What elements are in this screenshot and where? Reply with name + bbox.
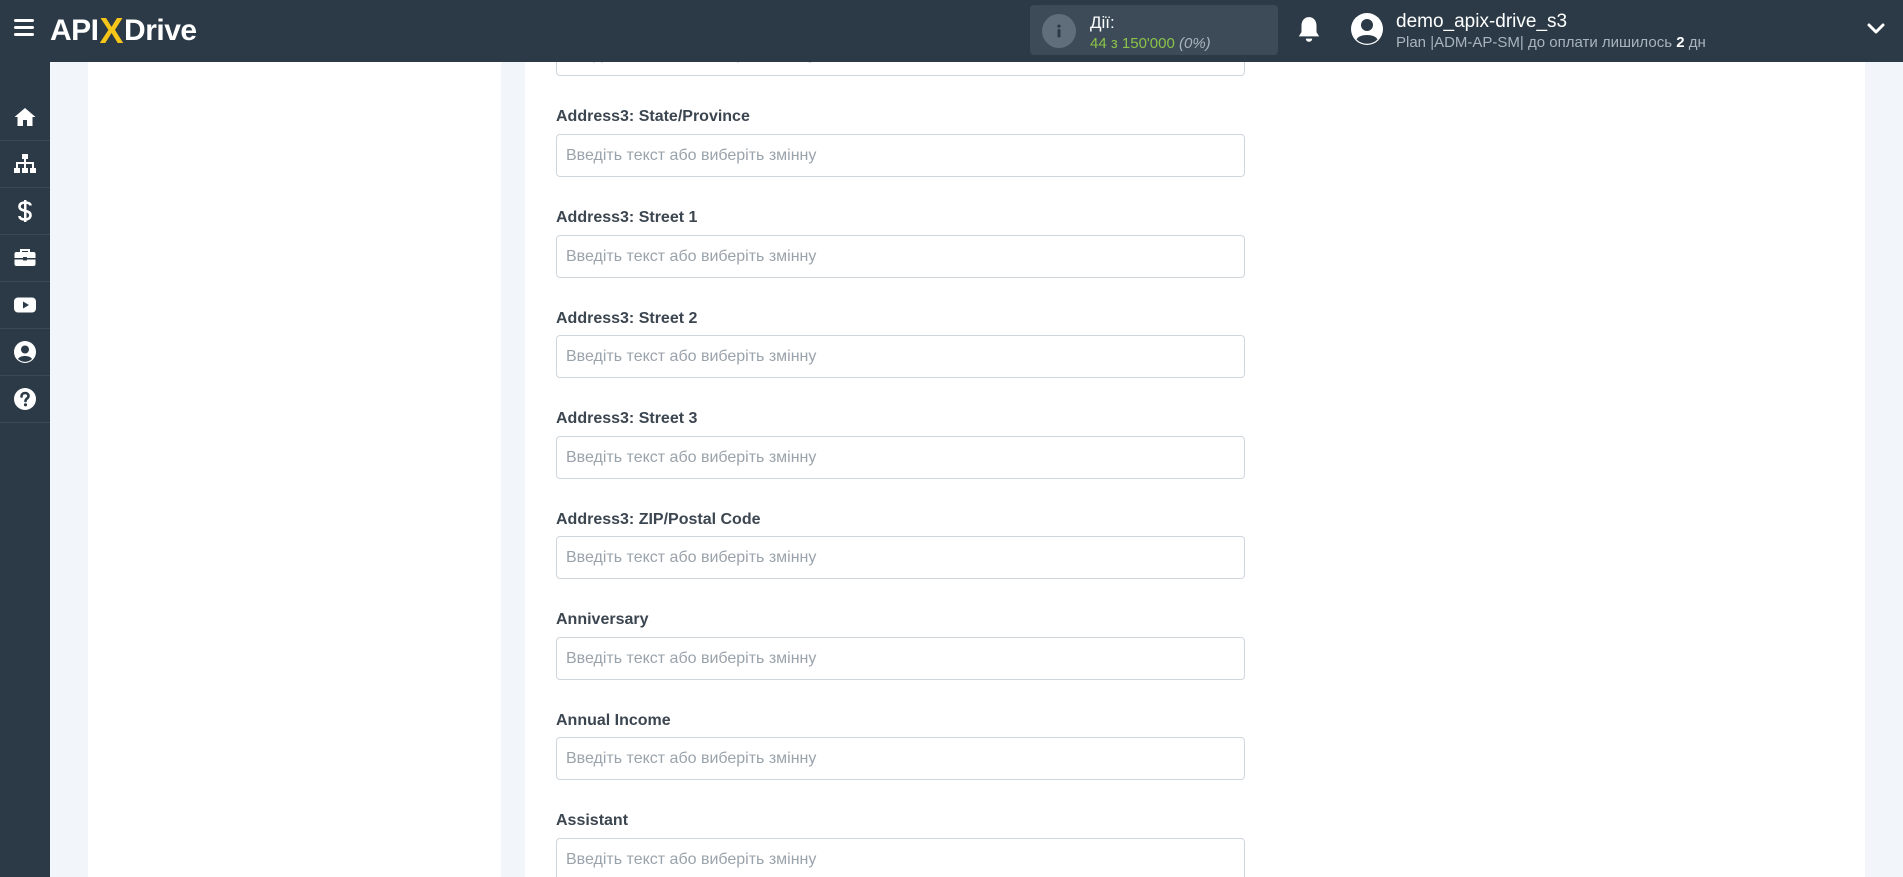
- plan-info: Plan |ADM-AP-SM| до оплати лишилось 2 дн: [1396, 34, 1706, 51]
- field-input-assistant[interactable]: [556, 838, 1245, 877]
- field-label-street-1: Address3: Street 1: [556, 209, 698, 226]
- logo-text-x: X: [99, 10, 124, 51]
- sidebar-item-video[interactable]: [0, 282, 50, 329]
- sidebar-item-billing[interactable]: [0, 188, 50, 235]
- home-icon: [14, 108, 36, 126]
- info-icon: [1042, 14, 1076, 48]
- field-label-street-3: Address3: Street 3: [556, 410, 698, 427]
- left-panel: [88, 62, 501, 877]
- field-label-assistant: Assistant: [556, 812, 629, 829]
- actions-count-percent: (0%): [1179, 35, 1211, 52]
- logo-text-drive: Drive: [124, 14, 197, 47]
- field-input-street-2[interactable]: [556, 335, 1245, 378]
- field-label-zip: Address3: ZIP/Postal Code: [556, 511, 761, 528]
- sitemap-icon: [14, 154, 36, 173]
- field-input-anniversary[interactable]: [556, 637, 1245, 680]
- field-input-annual-income[interactable]: [556, 737, 1245, 780]
- help-icon: [14, 388, 36, 410]
- top-bar: API X Drive Дії: 44 з 150'000 (0%) demo_…: [0, 0, 1903, 62]
- username[interactable]: demo_apix-drive_s3: [1396, 11, 1567, 33]
- sidebar: [0, 62, 50, 877]
- field-label-anniversary: Anniversary: [556, 611, 649, 628]
- logo-text-api: API: [50, 14, 99, 47]
- sidebar-item-help[interactable]: [0, 376, 50, 423]
- field-input-zip[interactable]: [556, 536, 1245, 579]
- sidebar-item-services[interactable]: [0, 235, 50, 282]
- sidebar-item-account[interactable]: [0, 329, 50, 376]
- actions-counter[interactable]: Дії: 44 з 150'000 (0%): [1030, 5, 1278, 55]
- hamburger-menu-icon[interactable]: [14, 19, 34, 37]
- plan-days: 2: [1676, 34, 1685, 51]
- field-input-street-1[interactable]: [556, 235, 1245, 278]
- field-label-annual-income: Annual Income: [556, 712, 671, 729]
- sidebar-item-connections[interactable]: [0, 141, 50, 188]
- bell-icon[interactable]: [1296, 15, 1322, 45]
- plan-suffix: дн: [1684, 34, 1706, 51]
- field-input-state-province[interactable]: [556, 134, 1245, 177]
- sidebar-item-home[interactable]: [0, 94, 50, 141]
- chevron-down-icon[interactable]: [1867, 22, 1885, 36]
- briefcase-icon: [14, 249, 36, 266]
- actions-title: Дії:: [1090, 13, 1115, 32]
- field-label-state-province: Address3: State/Province: [556, 108, 750, 125]
- youtube-icon: [14, 297, 36, 313]
- field-input-street-3[interactable]: [556, 436, 1245, 479]
- user-circle-icon: [14, 341, 36, 363]
- plan-prefix: Plan |ADM-AP-SM| до оплати лишилось: [1396, 34, 1677, 51]
- actions-count-value: 44 з 150'000: [1090, 35, 1175, 52]
- field-label-street-2: Address3: Street 2: [556, 310, 698, 327]
- actions-count: 44 з 150'000 (0%): [1090, 35, 1211, 52]
- apix-drive-logo[interactable]: API X Drive: [50, 10, 197, 51]
- user-avatar-icon[interactable]: [1350, 12, 1384, 46]
- dollar-icon: [18, 200, 32, 222]
